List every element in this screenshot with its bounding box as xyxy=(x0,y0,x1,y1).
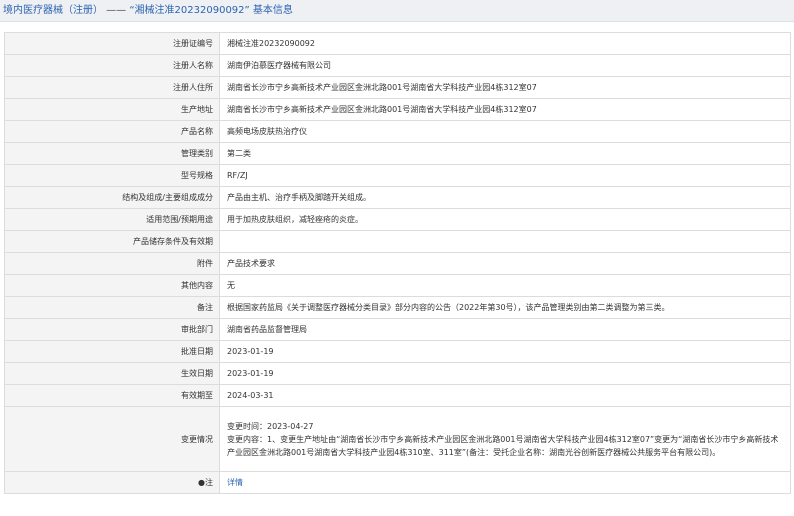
table-row: 生效日期 2023-01-19 xyxy=(4,362,791,385)
field-value: 产品技术要求 xyxy=(219,252,791,275)
field-label: 批准日期 xyxy=(4,340,220,363)
field-value: 2023-01-19 xyxy=(219,340,791,363)
field-label: 注册证编号 xyxy=(4,32,220,55)
field-value-change: 变更时间：2023-04-27 变更内容：1、变更生产地址由“湖南省长沙市宁乡高新… xyxy=(219,406,791,472)
table-row: 产品储存条件及有效期 xyxy=(4,230,791,253)
table-row: 结构及组成/主要组成成分 产品由主机、治疗手柄及脚踏开关组成。 xyxy=(4,186,791,209)
field-value: 产品由主机、治疗手柄及脚踏开关组成。 xyxy=(219,186,791,209)
field-value: 根据国家药监局《关于调整医疗器械分类目录》部分内容的公告（2022年第30号），… xyxy=(219,296,791,319)
field-value: RF/ZJ xyxy=(219,164,791,187)
field-label: 备注 xyxy=(4,296,220,319)
table-row: 管理类别 第二类 xyxy=(4,142,791,165)
field-label: 产品储存条件及有效期 xyxy=(4,230,220,253)
field-label: 附件 xyxy=(4,252,220,275)
table-row: 注册人住所 湖南省长沙市宁乡高新技术产业园区金洲北路001号湖南省大学科技产业园… xyxy=(4,76,791,99)
field-label: 结构及组成/主要组成成分 xyxy=(4,186,220,209)
table-row: 生产地址 湖南省长沙市宁乡高新技术产业园区金洲北路001号湖南省大学科技产业园4… xyxy=(4,98,791,121)
table-row: 注册证编号 湘械注准20232090092 xyxy=(4,32,791,55)
detail-table: 注册证编号 湘械注准20232090092 注册人名称 湖南伊泊慕医疗器械有限公… xyxy=(4,32,791,494)
table-row-note: ●注 详情 xyxy=(4,471,791,494)
field-value-note: 详情 xyxy=(219,471,791,494)
field-label: 生产地址 xyxy=(4,98,220,121)
table-row: 附件 产品技术要求 xyxy=(4,252,791,275)
field-value: 2023-01-19 xyxy=(219,362,791,385)
field-label: 变更情况 xyxy=(4,406,220,472)
change-content: 变更内容：1、变更生产地址由“湖南省长沙市宁乡高新技术产业园区金洲北路001号湖… xyxy=(227,434,779,457)
table-row-change: 变更情况 变更时间：2023-04-27 变更内容：1、变更生产地址由“湖南省长沙市… xyxy=(4,406,791,472)
table-row: 批准日期 2023-01-19 xyxy=(4,340,791,363)
change-time: 变更时间：2023-04-27 xyxy=(227,421,314,431)
table-row: 适用范围/预期用途 用于加热皮肤组织，减轻痤疮的炎症。 xyxy=(4,208,791,231)
field-label: 审批部门 xyxy=(4,318,220,341)
field-value: 湘械注准20232090092 xyxy=(219,32,791,55)
page-title: 境内医疗器械（注册） —— “湘械注准20232090092” 基本信息 xyxy=(0,0,794,22)
page-title-suffix: 基本信息 xyxy=(249,5,293,16)
field-label: 有效期至 xyxy=(4,384,220,407)
field-value: 2024-03-31 xyxy=(219,384,791,407)
field-label: 注册人名称 xyxy=(4,54,220,77)
field-label: 型号规格 xyxy=(4,164,220,187)
table-row: 备注 根据国家药监局《关于调整医疗器械分类目录》部分内容的公告（2022年第30… xyxy=(4,296,791,319)
field-label: 产品名称 xyxy=(4,120,220,143)
page-title-cert-number: “湘械注准20232090092” xyxy=(129,5,250,16)
field-label: ●注 xyxy=(4,471,220,494)
table-row: 有效期至 2024-03-31 xyxy=(4,384,791,407)
field-value: 湖南伊泊慕医疗器械有限公司 xyxy=(219,54,791,77)
field-value: 高频电场皮肤热治疗仪 xyxy=(219,120,791,143)
details-link[interactable]: 详情 xyxy=(227,478,243,487)
table-row: 审批部门 湖南省药品监督管理局 xyxy=(4,318,791,341)
field-value xyxy=(219,230,791,253)
table-row: 产品名称 高频电场皮肤热治疗仪 xyxy=(4,120,791,143)
field-label: 注册人住所 xyxy=(4,76,220,99)
field-label: 适用范围/预期用途 xyxy=(4,208,220,231)
field-value: 无 xyxy=(219,274,791,297)
detail-section: 注册证编号 湘械注准20232090092 注册人名称 湖南伊泊慕医疗器械有限公… xyxy=(0,22,794,494)
field-value: 湖南省长沙市宁乡高新技术产业园区金洲北路001号湖南省大学科技产业园4栋312室… xyxy=(219,98,791,121)
table-row: 其他内容 无 xyxy=(4,274,791,297)
page-title-category: 境内医疗器械（注册） xyxy=(3,5,103,16)
table-row: 型号规格 RF/ZJ xyxy=(4,164,791,187)
field-label: 管理类别 xyxy=(4,142,220,165)
field-value: 湖南省长沙市宁乡高新技术产业园区金洲北路001号湖南省大学科技产业园4栋312室… xyxy=(219,76,791,99)
page-title-separator: —— xyxy=(103,5,130,16)
table-row: 注册人名称 湖南伊泊慕医疗器械有限公司 xyxy=(4,54,791,77)
field-label: 其他内容 xyxy=(4,274,220,297)
field-value: 用于加热皮肤组织，减轻痤疮的炎症。 xyxy=(219,208,791,231)
field-value: 湖南省药品监督管理局 xyxy=(219,318,791,341)
field-label: 生效日期 xyxy=(4,362,220,385)
field-value: 第二类 xyxy=(219,142,791,165)
